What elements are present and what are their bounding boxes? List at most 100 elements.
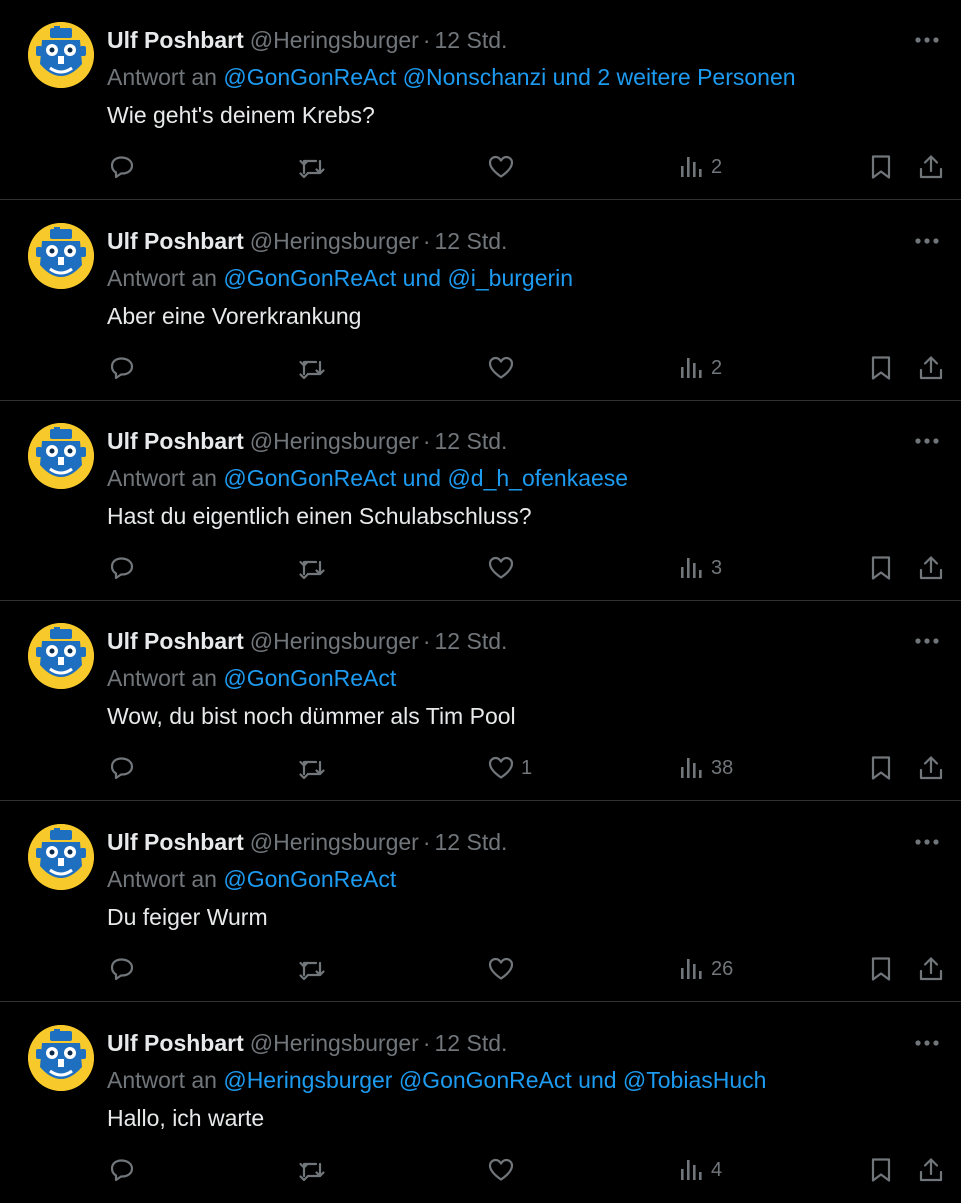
tweet-item[interactable]: Ulf Poshbart @Heringsburger · 12 Std. Antwo… xyxy=(0,201,961,401)
reply-icon xyxy=(108,1156,136,1184)
share-button[interactable] xyxy=(917,750,945,786)
share-icon xyxy=(917,1156,945,1184)
bookmark-button[interactable] xyxy=(867,951,895,987)
like-button[interactable] xyxy=(487,1152,521,1188)
mention-connector: und xyxy=(402,265,442,291)
reply-button[interactable] xyxy=(108,750,136,786)
reply-button[interactable] xyxy=(108,350,136,386)
more-dots-icon[interactable] xyxy=(907,425,947,457)
more-dots-icon[interactable] xyxy=(907,1027,947,1059)
timestamp[interactable]: 12 Std. xyxy=(435,228,508,254)
like-count: 1 xyxy=(521,756,533,779)
views-button[interactable]: 2 xyxy=(677,350,722,386)
timestamp[interactable]: 12 Std. xyxy=(435,829,508,855)
views-button[interactable]: 4 xyxy=(677,1152,722,1188)
share-button[interactable] xyxy=(917,550,945,586)
avatar[interactable] xyxy=(28,423,94,489)
more-dots-icon[interactable] xyxy=(907,625,947,657)
author-name[interactable]: Ulf Poshbart xyxy=(107,1030,244,1056)
bookmark-button[interactable] xyxy=(867,149,895,185)
mention-link[interactable]: @GonGonReAct xyxy=(399,1067,572,1093)
retweet-button[interactable] xyxy=(298,149,326,185)
views-button[interactable]: 3 xyxy=(677,550,722,586)
reply-icon xyxy=(108,354,136,382)
author-handle[interactable]: @Heringsburger xyxy=(250,1030,419,1056)
tweet-item[interactable]: Ulf Poshbart @Heringsburger · 12 Std. Antwo… xyxy=(0,0,961,200)
tweet-item[interactable]: Ulf Poshbart @Heringsburger · 12 Std. Antwo… xyxy=(0,601,961,801)
mention-link[interactable]: @i_burgerin xyxy=(447,265,573,291)
reply-button[interactable] xyxy=(108,149,136,185)
reply-button[interactable] xyxy=(108,550,136,586)
retweet-button[interactable] xyxy=(298,350,326,386)
mention-link[interactable]: @GonGonReAct xyxy=(223,64,396,90)
avatar[interactable] xyxy=(28,22,94,88)
share-button[interactable] xyxy=(917,1152,945,1188)
tweet-item[interactable]: Ulf Poshbart @Heringsburger · 12 Std. Antwo… xyxy=(0,1003,961,1203)
like-button[interactable] xyxy=(487,951,521,987)
author-handle[interactable]: @Heringsburger xyxy=(250,27,419,53)
mention-link[interactable]: @GonGonReAct xyxy=(223,866,396,892)
retweet-button[interactable] xyxy=(298,550,326,586)
author-handle[interactable]: @Heringsburger xyxy=(250,628,419,654)
reply-icon xyxy=(108,955,136,983)
views-button[interactable]: 38 xyxy=(677,750,733,786)
author-handle[interactable]: @Heringsburger xyxy=(250,829,419,855)
share-button[interactable] xyxy=(917,951,945,987)
reply-prefix: Antwort an xyxy=(107,1067,224,1093)
views-button[interactable]: 26 xyxy=(677,951,733,987)
mention-link[interactable]: @GonGonReAct xyxy=(223,265,396,291)
author-name[interactable]: Ulf Poshbart xyxy=(107,829,244,855)
bookmark-button[interactable] xyxy=(867,350,895,386)
like-button[interactable]: 1 xyxy=(487,750,532,786)
timestamp[interactable]: 12 Std. xyxy=(435,428,508,454)
mention-link[interactable]: @Heringsburger xyxy=(223,1067,392,1093)
bookmark-button[interactable] xyxy=(867,750,895,786)
more-dots-icon[interactable] xyxy=(907,826,947,858)
mention-link[interactable]: @GonGonReAct xyxy=(223,665,396,691)
like-button[interactable] xyxy=(487,149,521,185)
author-handle[interactable]: @Heringsburger xyxy=(250,228,419,254)
more-people-link[interactable]: und 2 weitere Personen xyxy=(553,64,796,90)
like-button[interactable] xyxy=(487,550,521,586)
avatar[interactable] xyxy=(28,223,94,289)
views-bar-chart-icon xyxy=(677,354,705,382)
author-name[interactable]: Ulf Poshbart xyxy=(107,228,244,254)
retweet-button[interactable] xyxy=(298,951,326,987)
retweet-button[interactable] xyxy=(298,750,326,786)
reply-button[interactable] xyxy=(108,951,136,987)
more-dots-icon[interactable] xyxy=(907,225,947,257)
reply-context: Antwort an @Heringsburger @GonGonReAct u… xyxy=(107,1064,766,1096)
reply-context: Antwort an @GonGonReAct @Nonschanzi und … xyxy=(107,61,796,93)
bookmark-button[interactable] xyxy=(867,550,895,586)
mention-link[interactable]: @TobiasHuch xyxy=(623,1067,767,1093)
views-bar-chart-icon xyxy=(677,554,705,582)
author-name[interactable]: Ulf Poshbart xyxy=(107,27,244,53)
bookmark-icon xyxy=(867,1156,895,1184)
like-button[interactable] xyxy=(487,350,521,386)
reply-button[interactable] xyxy=(108,1152,136,1188)
avatar[interactable] xyxy=(28,623,94,689)
views-button[interactable]: 2 xyxy=(677,149,722,185)
tweet-item[interactable]: Ulf Poshbart @Heringsburger · 12 Std. Antwo… xyxy=(0,401,961,601)
separator-dot: · xyxy=(422,228,431,254)
mention-link[interactable]: @d_h_ofenkaese xyxy=(447,465,628,491)
author-name[interactable]: Ulf Poshbart xyxy=(107,428,244,454)
bookmark-button[interactable] xyxy=(867,1152,895,1188)
heart-icon xyxy=(487,354,515,382)
view-count: 2 xyxy=(711,155,723,178)
author-handle[interactable]: @Heringsburger xyxy=(250,428,419,454)
avatar[interactable] xyxy=(28,1025,94,1091)
mention-link[interactable]: @Nonschanzi xyxy=(403,64,547,90)
avatar[interactable] xyxy=(28,824,94,890)
timestamp[interactable]: 12 Std. xyxy=(435,628,508,654)
share-button[interactable] xyxy=(917,149,945,185)
tweet-header: Ulf Poshbart @Heringsburger · 12 Std. xyxy=(107,826,507,858)
more-dots-icon[interactable] xyxy=(907,24,947,56)
timestamp[interactable]: 12 Std. xyxy=(435,27,508,53)
author-name[interactable]: Ulf Poshbart xyxy=(107,628,244,654)
share-button[interactable] xyxy=(917,350,945,386)
timestamp[interactable]: 12 Std. xyxy=(435,1030,508,1056)
mention-link[interactable]: @GonGonReAct xyxy=(223,465,396,491)
retweet-button[interactable] xyxy=(298,1152,326,1188)
tweet-item[interactable]: Ulf Poshbart @Heringsburger · 12 Std. Antwo… xyxy=(0,802,961,1002)
